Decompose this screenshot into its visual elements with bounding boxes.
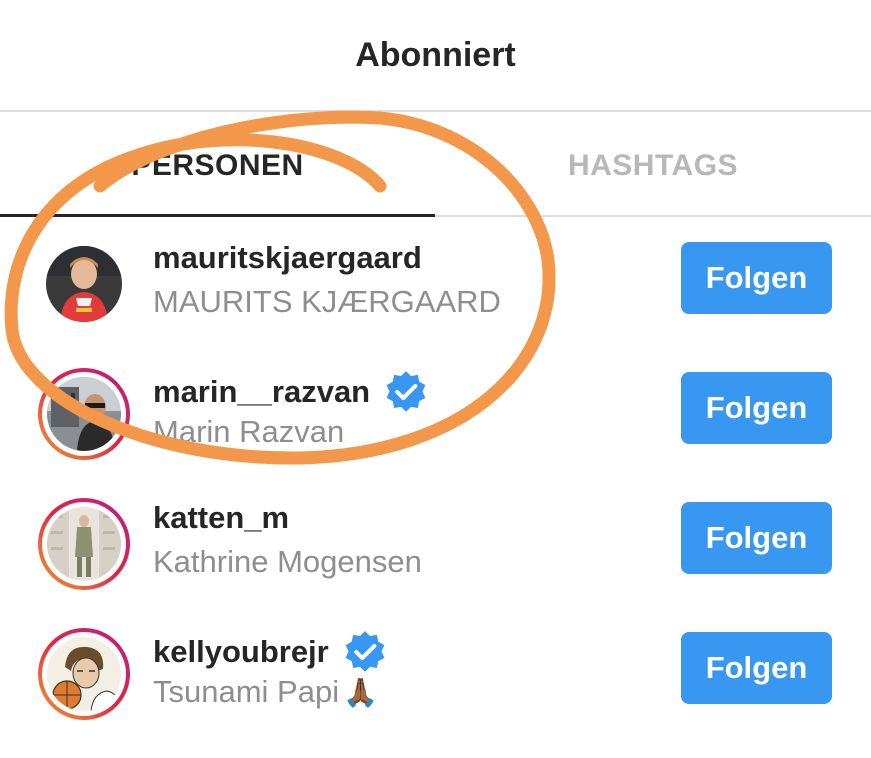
username[interactable]: kellyoubrejr xyxy=(153,630,387,674)
full-name: Marin Razvan xyxy=(153,414,345,449)
verified-badge-icon xyxy=(345,631,385,672)
list-item[interactable]: kellyoubrejr Tsunami Papi 🙏🏾 Folgen xyxy=(0,628,871,758)
avatar[interactable] xyxy=(38,628,130,720)
username[interactable]: mauritskjaergaard xyxy=(153,240,422,276)
list-item[interactable]: mauritskjaergaard MAURITS KJÆRGAARD Folg… xyxy=(0,238,871,368)
tab-bar: PERSONEN HASHTAGS xyxy=(0,112,871,220)
follow-button[interactable]: Folgen xyxy=(681,632,832,704)
active-tab-indicator xyxy=(0,214,435,217)
tab-hashtags[interactable]: HASHTAGS xyxy=(435,112,871,220)
list-item[interactable]: marin__razvan Marin Razvan Folgen xyxy=(0,368,871,498)
page-title: Abonniert xyxy=(355,35,516,74)
top-bar: Abonniert xyxy=(0,0,871,112)
full-name: Tsunami Papi 🙏🏾 xyxy=(153,674,378,709)
full-name: Kathrine Mogensen xyxy=(153,544,422,579)
tab-divider xyxy=(435,215,871,217)
follow-button[interactable]: Folgen xyxy=(681,502,832,574)
follow-button[interactable]: Folgen xyxy=(681,372,832,444)
verified-badge-icon xyxy=(386,371,426,412)
avatar[interactable] xyxy=(38,238,130,330)
username[interactable]: marin__razvan xyxy=(153,370,428,414)
full-name: MAURITS KJÆRGAARD xyxy=(153,284,501,319)
avatar[interactable] xyxy=(38,368,130,460)
list-item[interactable]: katten_m Kathrine Mogensen Folgen xyxy=(0,498,871,628)
username[interactable]: katten_m xyxy=(153,500,289,536)
avatar[interactable] xyxy=(38,498,130,590)
follow-button[interactable]: Folgen xyxy=(681,242,832,314)
tab-personen[interactable]: PERSONEN xyxy=(0,112,435,220)
praying-hands-emoji: 🙏🏾 xyxy=(343,677,378,708)
